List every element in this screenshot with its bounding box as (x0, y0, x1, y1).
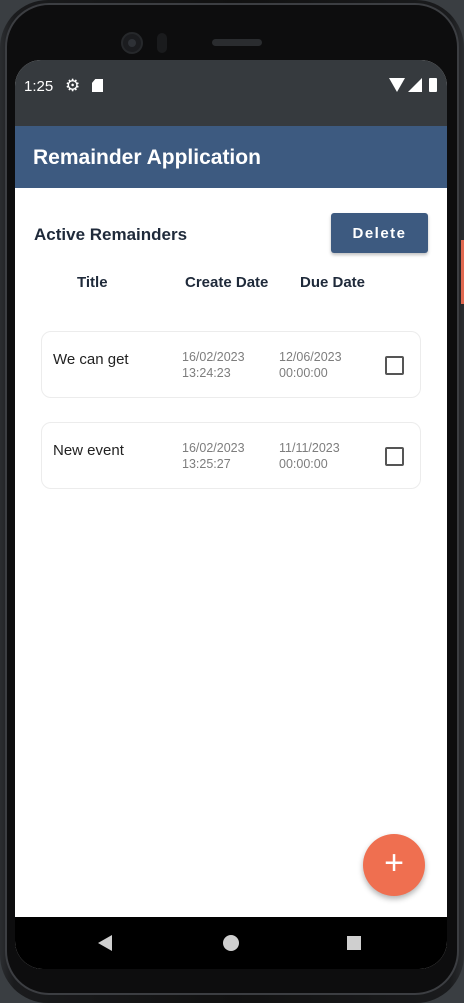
create-date-value: 16/02/2023 (182, 350, 245, 364)
add-reminder-button[interactable]: + (363, 834, 425, 896)
reminder-due-date: 11/11/2023 00:00:00 (279, 440, 340, 472)
status-time: 1:25 (24, 78, 54, 95)
back-icon[interactable] (98, 935, 112, 951)
reminder-title: New event (53, 442, 124, 459)
wifi-icon (389, 78, 405, 92)
app-title: Remainder Application (33, 146, 261, 169)
column-header-title: Title (77, 274, 108, 291)
sd-card-icon (92, 79, 103, 92)
due-time-value: 00:00:00 (279, 457, 328, 471)
navigation-bar (15, 917, 447, 969)
column-header-due-date: Due Date (300, 274, 366, 291)
due-date-value: 12/06/2023 (279, 350, 342, 364)
create-time-value: 13:25:27 (182, 457, 231, 471)
reminder-card[interactable]: New event 16/02/2023 13:25:27 11/11/2023… (41, 422, 421, 489)
section-title: Active Remainders (34, 225, 188, 244)
home-icon[interactable] (223, 935, 239, 951)
earpiece-speaker (212, 39, 262, 46)
status-bar: 1:25 ⚙ (15, 60, 447, 126)
delete-button[interactable]: Delete (331, 213, 428, 253)
signal-icon (408, 78, 422, 92)
column-header-create-date: Create Date (185, 274, 269, 291)
front-camera (121, 32, 143, 54)
proximity-sensor (157, 33, 167, 53)
due-time-value: 00:00:00 (279, 366, 328, 380)
app-bar: Remainder Application (15, 126, 447, 188)
reminder-create-date: 16/02/2023 13:24:23 (182, 349, 245, 381)
app-screen: 1:25 ⚙ Remainder Application Active Rema… (15, 60, 447, 969)
create-time-value: 13:24:23 (182, 366, 231, 380)
create-date-value: 16/02/2023 (182, 441, 245, 455)
reminder-due-date: 12/06/2023 00:00:00 (279, 349, 342, 381)
reminder-title: We can get (53, 351, 129, 368)
reminder-card[interactable]: We can get 16/02/2023 13:24:23 12/06/202… (41, 331, 421, 398)
settings-icon: ⚙ (65, 76, 81, 95)
recents-icon[interactable] (347, 936, 361, 950)
phone-frame: 1:25 ⚙ Remainder Application Active Rema… (0, 0, 464, 1003)
reminder-checkbox[interactable] (385, 356, 404, 375)
reminder-create-date: 16/02/2023 13:25:27 (182, 440, 245, 472)
reminder-checkbox[interactable] (385, 447, 404, 466)
due-date-value: 11/11/2023 (279, 441, 340, 455)
battery-icon (429, 78, 437, 92)
